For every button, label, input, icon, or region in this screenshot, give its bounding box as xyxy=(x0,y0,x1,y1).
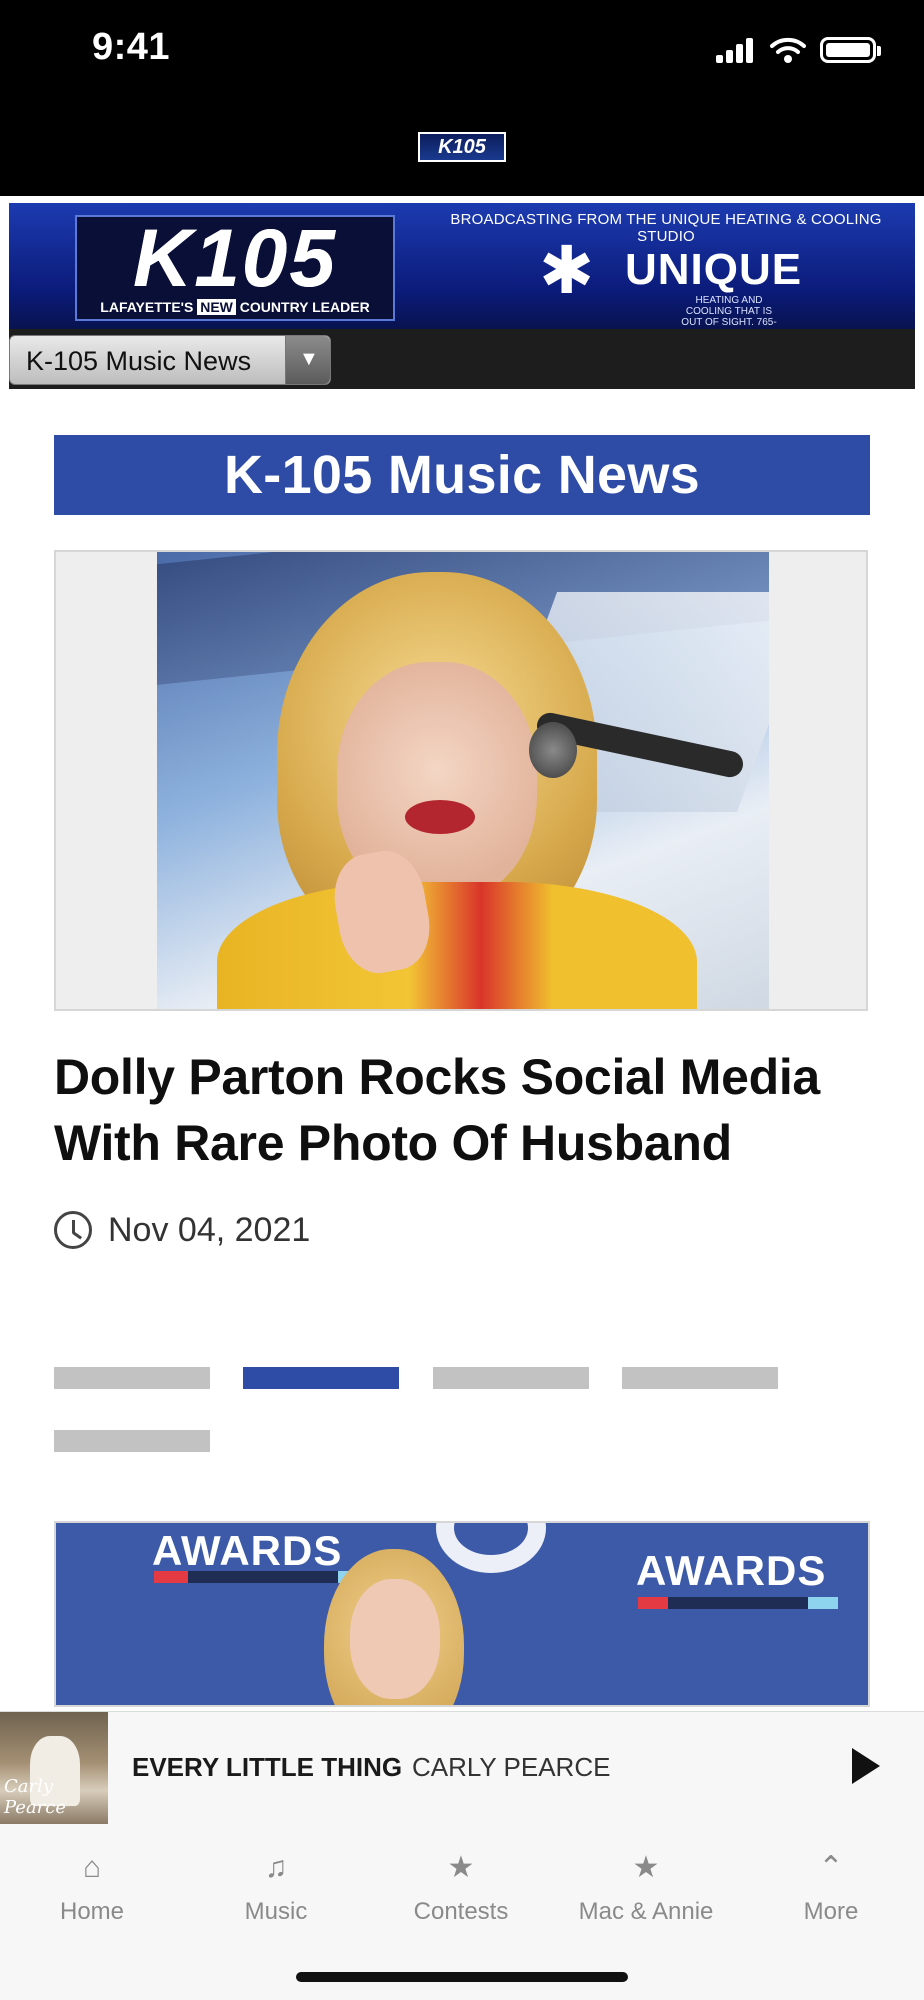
sponsor-name: UNIQUE xyxy=(625,245,803,294)
song-title: EVERY LITTLE THING xyxy=(132,1752,403,1782)
k105-tagline: LAFAYETTE'S NEW COUNTRY LEADER xyxy=(77,299,393,315)
article-headline[interactable]: Dolly Parton Rocks Social Media With Rar… xyxy=(54,1044,874,1176)
backdrop-text-left: AWARDS xyxy=(152,1527,343,1574)
sponsor-logo: ✱ UNIQUE HEATING AND COOLING THAT IS OUT… xyxy=(529,233,819,339)
pager-dot-2[interactable] xyxy=(243,1367,399,1389)
tagline-prefix: LAFAYETTE'S xyxy=(100,299,194,315)
nav-item-more[interactable]: ⌃ More xyxy=(739,1848,923,1926)
tagline-new: NEW xyxy=(197,299,236,315)
pager-dot-3[interactable] xyxy=(433,1367,589,1389)
backdrop-text-right: AWARDS xyxy=(636,1547,827,1594)
album-art[interactable]: Carly Pearce xyxy=(0,1712,108,1824)
nav-item-home[interactable]: ⌂ Home xyxy=(0,1848,184,1926)
status-time: 9:41 xyxy=(92,26,171,68)
article-card-image[interactable]: AWARDS AWARDS xyxy=(54,1521,870,1707)
wifi-icon xyxy=(770,37,806,63)
section-dropdown-value: K-105 Music News xyxy=(26,346,252,376)
nav-label: Contests xyxy=(413,1898,509,1925)
top-bar: 9:41 K105 xyxy=(0,0,924,196)
tagline-suffix: COUNTRY LEADER xyxy=(239,299,370,315)
article-date: Nov 04, 2021 xyxy=(108,1210,311,1249)
music-note-icon: ♫ xyxy=(264,1851,288,1884)
pager-dot-1[interactable] xyxy=(54,1367,210,1389)
pager-dot-5[interactable] xyxy=(54,1430,210,1452)
station-banner[interactable]: K105 LAFAYETTE'S NEW COUNTRY LEADER BROA… xyxy=(9,203,915,339)
star-icon: ★ xyxy=(632,1851,660,1884)
article-date-row: Nov 04, 2021 xyxy=(54,1208,310,1252)
snowflake-house-icon: ✱ xyxy=(539,233,595,307)
battery-icon xyxy=(820,37,881,63)
chevron-up-icon: ⌃ xyxy=(818,1851,844,1884)
feature-photo xyxy=(157,552,769,1009)
page-title: K-105 Music News xyxy=(54,435,870,515)
nav-item-music[interactable]: ♫ Music xyxy=(184,1848,368,1926)
nav-label: Home xyxy=(59,1898,125,1925)
station-logo-small[interactable]: K105 xyxy=(418,132,506,162)
status-icons xyxy=(716,30,881,70)
section-bar: K-105 Music News ▼ xyxy=(9,329,915,389)
pager-dot-4[interactable] xyxy=(622,1367,778,1389)
dropdown-arrow-icon[interactable]: ▼ xyxy=(285,336,330,384)
nav-label: Music xyxy=(244,1898,308,1925)
cellular-signal-icon xyxy=(716,37,756,63)
home-icon: ⌂ xyxy=(82,1851,102,1884)
k105-logo-text: K105 xyxy=(132,213,338,304)
nav-item-mac-annie[interactable]: ★ Mac & Annie xyxy=(554,1848,738,1926)
song-artist: CARLY PEARCE xyxy=(412,1752,611,1782)
section-dropdown[interactable]: K-105 Music News ▼ xyxy=(9,335,331,385)
play-icon xyxy=(852,1748,880,1784)
nav-label: Mac & Annie xyxy=(578,1898,714,1925)
play-button[interactable] xyxy=(850,1748,890,1788)
home-indicator[interactable] xyxy=(296,1972,628,1982)
now-playing-bar[interactable]: Carly Pearce EVERY LITTLE THING CARLY PE… xyxy=(0,1711,924,1825)
nav-item-contests[interactable]: ★ Contests xyxy=(369,1848,553,1926)
featured-article-image[interactable] xyxy=(54,550,868,1011)
star-icon: ★ xyxy=(447,1851,475,1884)
nav-label: More xyxy=(803,1898,859,1925)
album-art-text: Carly Pearce xyxy=(4,1776,67,1818)
k105-logo: K105 LAFAYETTE'S NEW COUNTRY LEADER xyxy=(75,215,395,321)
clock-icon xyxy=(54,1211,92,1249)
